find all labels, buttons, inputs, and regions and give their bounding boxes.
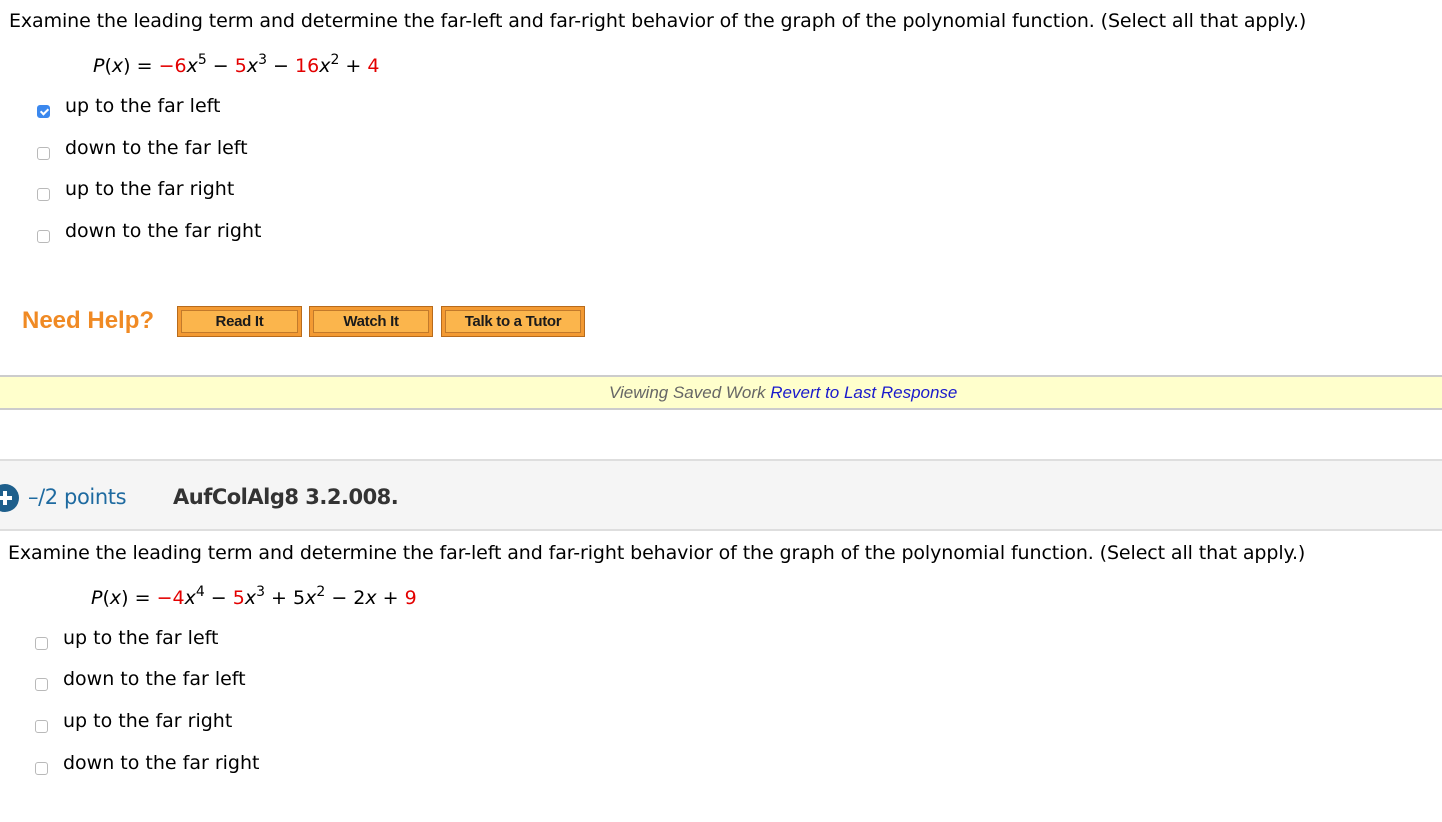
coefficient: 6 bbox=[174, 55, 187, 77]
checkbox[interactable] bbox=[37, 105, 50, 118]
choice-label: up to the far right bbox=[63, 710, 233, 732]
read-it-button[interactable]: Read It bbox=[177, 306, 302, 337]
coefficient: 5 bbox=[234, 55, 247, 77]
variable: x bbox=[365, 587, 377, 609]
q1-choice-down-far-left[interactable]: down to the far left bbox=[37, 136, 248, 160]
talk-to-tutor-button[interactable]: Talk to a Tutor bbox=[441, 306, 585, 337]
need-help-label: Need Help? bbox=[22, 307, 155, 334]
exponent: 2 bbox=[316, 584, 326, 600]
function-name: P bbox=[91, 587, 103, 609]
exponent: 3 bbox=[258, 52, 268, 68]
operator: − bbox=[158, 55, 175, 77]
question-header: –/2 points AufColAlg8 3.2.008. bbox=[0, 459, 1442, 531]
operator: − bbox=[325, 587, 354, 609]
variable: x bbox=[305, 587, 317, 609]
checkbox[interactable] bbox=[35, 678, 48, 691]
coefficient: 16 bbox=[295, 55, 320, 77]
q2-choice-down-far-left[interactable]: down to the far left bbox=[35, 667, 246, 691]
paren: ) bbox=[121, 587, 129, 609]
paren: ( bbox=[102, 587, 110, 609]
choice-label: down to the far left bbox=[63, 668, 246, 690]
q1-choice-up-far-right[interactable]: up to the far right bbox=[37, 177, 234, 201]
checkbox[interactable] bbox=[37, 188, 50, 201]
revert-to-last-response-link[interactable]: Revert to Last Response bbox=[770, 383, 957, 402]
q2-choice-up-far-left[interactable]: up to the far left bbox=[35, 626, 218, 650]
variable: x bbox=[319, 55, 331, 77]
question-2-prompt: Examine the leading term and determine t… bbox=[8, 542, 1306, 564]
question-1-formula: P(x) = −6x5 − 5x3 − 16x2 + 4 bbox=[93, 52, 380, 80]
coefficient: 9 bbox=[404, 587, 417, 609]
checkbox[interactable] bbox=[35, 720, 48, 733]
q1-choice-down-far-right[interactable]: down to the far right bbox=[37, 219, 261, 243]
operator: + bbox=[376, 587, 405, 609]
question-2-formula: P(x) = −4x4 − 5x3 + 5x2 − 2x + 9 bbox=[91, 584, 417, 612]
variable: x bbox=[244, 587, 257, 609]
watch-it-button[interactable]: Watch It bbox=[309, 306, 433, 337]
coefficient: 4 bbox=[367, 55, 380, 77]
coefficient: 5 bbox=[232, 587, 245, 609]
question-1-prompt: Examine the leading term and determine t… bbox=[9, 10, 1307, 32]
q1-choice-up-far-left[interactable]: up to the far left bbox=[37, 94, 220, 118]
variable: x bbox=[109, 587, 122, 609]
function-name: P bbox=[93, 55, 105, 77]
checkbox[interactable] bbox=[35, 762, 48, 775]
choice-label: up to the far right bbox=[65, 178, 235, 200]
exponent: 5 bbox=[197, 52, 207, 68]
read-it-label: Read It bbox=[181, 310, 298, 333]
variable: x bbox=[111, 55, 124, 77]
exponent: 2 bbox=[330, 52, 340, 68]
variable: x bbox=[186, 55, 198, 77]
operator: − bbox=[206, 55, 235, 77]
talk-to-tutor-label: Talk to a Tutor bbox=[445, 310, 581, 333]
exponent: 3 bbox=[256, 584, 266, 600]
checkbox[interactable] bbox=[37, 147, 50, 160]
q2-choice-up-far-right[interactable]: up to the far right bbox=[35, 709, 232, 733]
variable: x bbox=[184, 587, 196, 609]
choice-label: up to the far left bbox=[65, 95, 221, 117]
points-label: –/2 points bbox=[28, 485, 127, 509]
checkbox[interactable] bbox=[35, 637, 48, 650]
exponent: 4 bbox=[195, 584, 205, 600]
paren: ( bbox=[104, 55, 112, 77]
operator: − bbox=[204, 587, 233, 609]
watch-it-label: Watch It bbox=[313, 310, 429, 333]
choice-label: down to the far right bbox=[65, 220, 262, 242]
checkbox[interactable] bbox=[37, 230, 50, 243]
operator: + bbox=[339, 55, 368, 77]
choice-label: down to the far left bbox=[65, 137, 248, 159]
variable: x bbox=[246, 55, 259, 77]
choice-label: down to the far right bbox=[63, 752, 260, 774]
coefficient: 4 bbox=[172, 587, 185, 609]
q2-choice-down-far-right[interactable]: down to the far right bbox=[35, 751, 259, 775]
operator: − bbox=[156, 587, 173, 609]
saved-work-status: Viewing Saved Work bbox=[609, 383, 766, 402]
question-id: AufColAlg8 3.2.008. bbox=[173, 485, 399, 509]
operator: − bbox=[267, 55, 296, 77]
operator: + bbox=[265, 587, 294, 609]
equals-sign: = bbox=[130, 55, 159, 77]
coefficient: 2 bbox=[353, 587, 366, 609]
paren: ) bbox=[123, 55, 131, 77]
plus-circle-icon[interactable] bbox=[0, 484, 19, 512]
coefficient: 5 bbox=[293, 587, 306, 609]
choice-label: up to the far left bbox=[63, 627, 219, 649]
equals-sign: = bbox=[128, 587, 157, 609]
saved-work-bar: Viewing Saved Work Revert to Last Respon… bbox=[0, 375, 1442, 410]
